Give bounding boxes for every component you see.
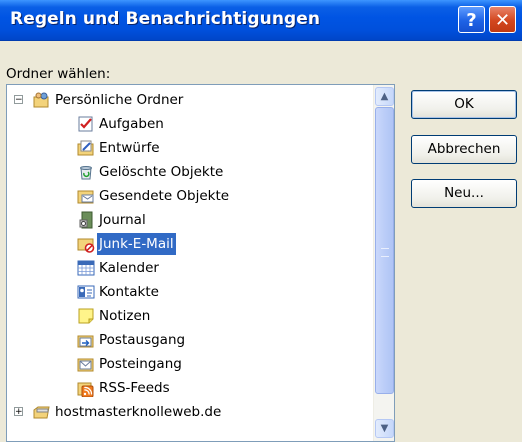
sent-items-icon: [77, 187, 95, 205]
tree-item-label: Postausgang: [99, 332, 186, 348]
notes-icon: [77, 307, 95, 325]
title-bar[interactable]: Regeln und Benachrichtigungen ? ✕: [0, 0, 522, 41]
tree-item[interactable]: Notizen: [7, 305, 373, 327]
tree-item-label: RSS-Feeds: [99, 380, 170, 396]
tree-scrollbar[interactable]: ▲ ▼: [373, 85, 394, 441]
drafts-icon: [77, 139, 95, 157]
folder-tree-content: − Persönliche Ordner Aufgaben Entwürfe Gelös…: [7, 85, 373, 441]
scroll-thumb[interactable]: [375, 107, 394, 394]
junk-mail-icon: [77, 235, 95, 253]
help-button[interactable]: ?: [458, 6, 485, 33]
collapse-icon[interactable]: −: [14, 95, 23, 105]
tree-item-label: Entwürfe: [99, 140, 160, 156]
tree-item[interactable]: Gesendete Objekte: [7, 185, 373, 207]
tree-item-label: Aufgaben: [99, 116, 164, 132]
cancel-button[interactable]: Abbrechen: [411, 135, 517, 164]
scroll-down-button[interactable]: ▼: [375, 419, 394, 438]
mailbox-folder-icon: [33, 403, 51, 421]
tree-item[interactable]: RSS-Feeds: [7, 377, 373, 399]
tree-item-label: Kalender: [99, 260, 159, 276]
tree-item[interactable]: + hostmasterknolleweb.de: [7, 401, 373, 423]
inbox-icon: [77, 355, 95, 373]
tasks-icon: [77, 115, 95, 133]
tree-item[interactable]: Postausgang: [7, 329, 373, 351]
tree-item-label: Gelöschte Objekte: [99, 164, 224, 180]
tree-item[interactable]: Posteingang: [7, 353, 373, 375]
tree-item[interactable]: Journal: [7, 209, 373, 231]
tree-item-label: Persönliche Ordner: [55, 92, 184, 108]
tree-item-label: hostmasterknolleweb.de: [55, 404, 222, 420]
expand-icon[interactable]: +: [14, 407, 23, 417]
journal-icon: [77, 211, 95, 229]
tree-item-label: Kontakte: [99, 284, 159, 300]
ok-button[interactable]: OK: [411, 90, 517, 119]
tree-item-label: Notizen: [99, 308, 151, 324]
tree-item-label: Posteingang: [99, 356, 182, 372]
tree-item-label: Gesendete Objekte: [99, 188, 230, 204]
folder-select-label: Ordner wählen:: [6, 66, 111, 82]
tree-item[interactable]: Entwürfe: [7, 137, 373, 159]
contacts-icon: [77, 283, 95, 301]
deleted-items-icon: [77, 163, 95, 181]
tree-item-label: Journal: [99, 212, 146, 228]
personal-folders-icon: [33, 91, 51, 109]
calendar-icon: [77, 259, 95, 277]
tree-item[interactable]: Gelöschte Objekte: [7, 161, 373, 183]
outbox-icon: [77, 331, 95, 349]
tree-item[interactable]: Kalender: [7, 257, 373, 279]
new-folder-button[interactable]: Neu...: [411, 179, 517, 208]
close-button[interactable]: ✕: [489, 6, 516, 33]
tree-item[interactable]: Kontakte: [7, 281, 373, 303]
tree-item[interactable]: Aufgaben: [7, 113, 373, 135]
tree-item-label: Junk-E-Mail: [97, 233, 176, 255]
tree-item[interactable]: − Persönliche Ordner: [7, 89, 373, 111]
scroll-grip-icon: [381, 248, 389, 257]
tree-item[interactable]: Junk-E-Mail: [7, 233, 373, 255]
rss-feeds-icon: [77, 379, 95, 398]
folder-tree[interactable]: − Persönliche Ordner Aufgaben Entwürfe Gelös…: [6, 84, 395, 442]
scroll-up-button[interactable]: ▲: [375, 87, 394, 106]
window-title: Regeln und Benachrichtigungen: [10, 9, 321, 29]
